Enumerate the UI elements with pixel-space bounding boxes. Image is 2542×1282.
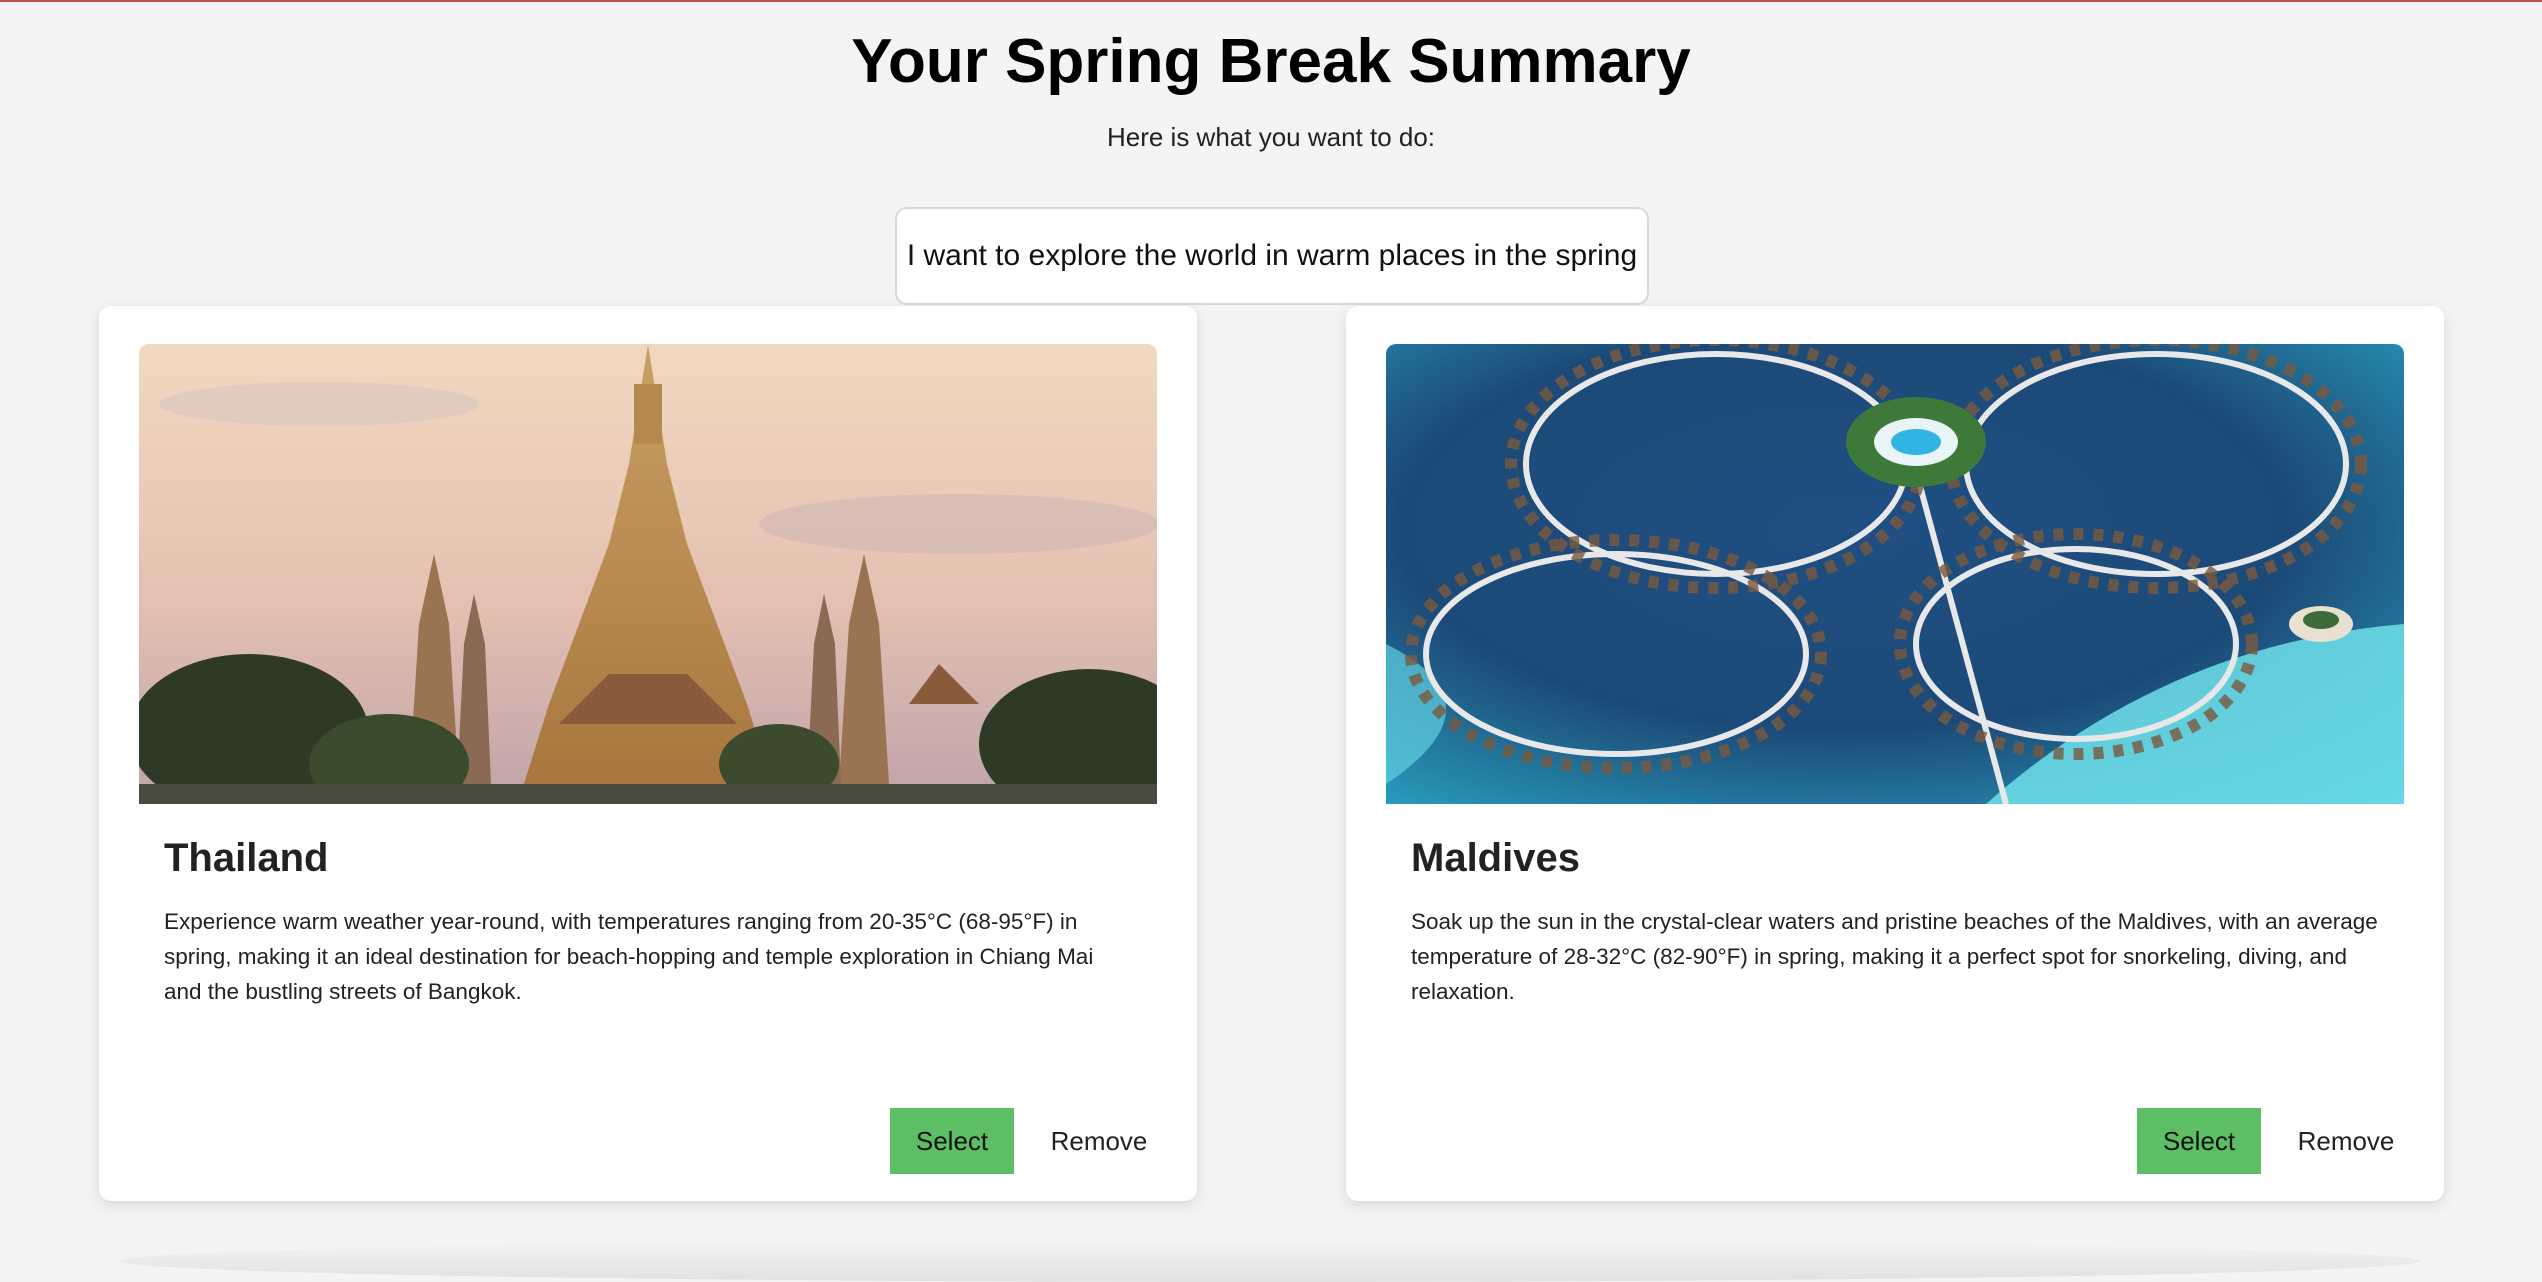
user-prompt-box: I want to explore the world in warm plac… <box>895 207 1649 305</box>
card-description: Experience warm weather year-round, with… <box>164 909 1094 1004</box>
card-title: Maldives <box>1411 836 1580 880</box>
page-title: Your Spring Break Summary <box>851 27 1691 96</box>
page-subtitle: Here is what you want to do: <box>1106 122 1436 152</box>
thailand-photo <box>139 344 1157 804</box>
top-accent-line <box>0 0 2542 2</box>
user-prompt-text: I want to explore the world in warm plac… <box>906 239 1638 272</box>
card-description: Soak up the sun in the crystal-clear wat… <box>1411 909 2378 1004</box>
remove-button[interactable]: Remove <box>1034 1108 1164 1174</box>
select-button[interactable]: Select <box>890 1108 1014 1174</box>
summary-page: Your Spring Break Summary Here is what y… <box>0 0 2542 1282</box>
card-title: Thailand <box>164 836 329 880</box>
remove-button[interactable]: Remove <box>2281 1108 2411 1174</box>
bottom-shadow <box>120 1240 2420 1282</box>
destination-card-thailand: Thailand Experience warm weather year-ro… <box>99 306 1197 1201</box>
maldives-photo <box>1386 344 2404 804</box>
select-button[interactable]: Select <box>2137 1108 2261 1174</box>
destination-card-maldives: Maldives Soak up the sun in the crystal-… <box>1346 306 2444 1201</box>
